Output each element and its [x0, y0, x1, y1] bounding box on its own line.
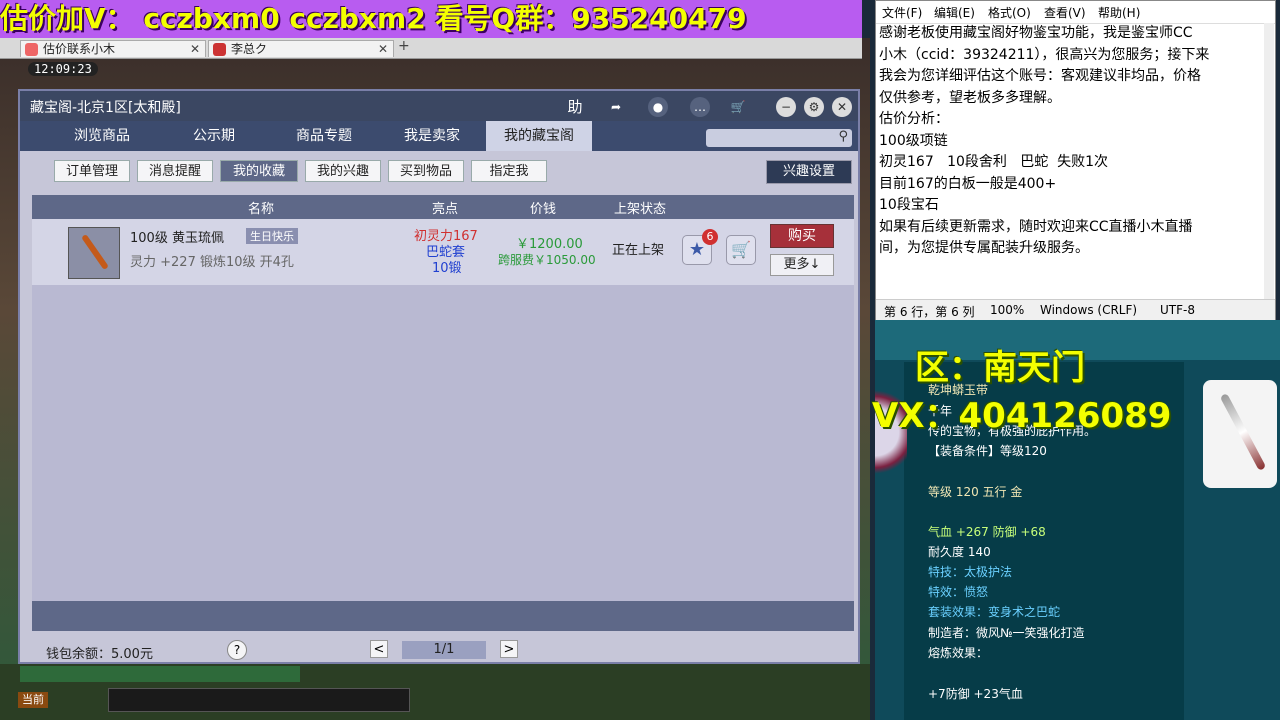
prev-page-button[interactable]: < — [370, 640, 388, 658]
close-tab-icon[interactable]: ✕ — [378, 41, 388, 58]
settings-icon[interactable]: ⚙ — [804, 97, 824, 117]
notepad-text[interactable]: 感谢老板使用藏宝阁好物鉴宝功能，我是鉴宝师CC 小木（ccid：39324211… — [878, 23, 1265, 293]
item-price: ￥1200.00 — [516, 237, 583, 252]
search-icon[interactable]: ⚲ — [838, 129, 848, 144]
tip-refine: 熔炼效果： — [928, 646, 989, 660]
chat-input[interactable] — [108, 688, 410, 712]
page-indicator: 1/1 — [402, 641, 486, 659]
close-icon[interactable]: ✕ — [832, 97, 852, 117]
browser-tab-2[interactable]: 李总ク ✕ — [208, 40, 394, 57]
minimize-icon[interactable]: − — [776, 97, 796, 117]
messages-button[interactable]: 消息提醒 — [137, 160, 213, 182]
tab-favicon-icon — [25, 43, 38, 56]
item-name: 100级 黄玉琉佩 — [130, 231, 224, 246]
tip-level: 等级 120 五行 金 — [928, 485, 1023, 499]
line-ending: Windows (CRLF) — [1040, 303, 1138, 317]
tip-durability: 耐久度 140 — [928, 545, 991, 559]
channel-button[interactable]: 当前 — [18, 692, 48, 708]
interest-settings-button[interactable]: 兴趣设置 — [766, 160, 852, 184]
help-icon[interactable]: 助 — [565, 97, 585, 117]
chat-icon[interactable]: … — [690, 97, 710, 117]
fav-count-badge: 6 — [702, 229, 718, 245]
bought-button[interactable]: 买到物品 — [388, 160, 464, 182]
table-header: 名称 亮点 价钱 上架状态 — [32, 195, 854, 219]
dialog-title-bar: 藏宝阁-北京1区[太和殿] 助 ➦ ● … 🛒 − ⚙ ✕ — [20, 91, 858, 121]
tip-skill: 特技：太极护法 — [928, 565, 1013, 579]
tab-publicity[interactable]: 公示期 — [164, 121, 264, 151]
col-price: 价钱 — [530, 202, 557, 217]
item-image[interactable] — [68, 227, 120, 279]
tip-req: 【装备条件】等级120 — [928, 444, 1047, 458]
dialog-title: 藏宝阁-北京1区[太和殿] — [30, 100, 181, 116]
add-to-cart-icon[interactable]: 🛒 — [726, 235, 756, 265]
orders-button[interactable]: 订单管理 — [54, 160, 130, 182]
zoom-level: 100% — [990, 303, 1025, 317]
dialog-nav: 浏览商品 公示期 商品专题 我是卖家 我的藏宝阁 ⚲ — [20, 121, 858, 151]
menu-file[interactable]: 文件(F) — [882, 4, 922, 21]
col-name: 名称 — [248, 202, 275, 217]
server-zone-overlay: 区：南天门 — [915, 348, 1085, 388]
estimate-banner: 估价加V： cczbxm0 cczbxm2 看号Q群：935240479 — [0, 0, 862, 38]
menu-help[interactable]: 帮助(H) — [1098, 4, 1140, 21]
tip-maker: 制造者：微风№一笑强化打造 — [928, 626, 1085, 640]
tab-my-treasure[interactable]: 我的藏宝阁 — [486, 121, 592, 151]
notepad-window: 文件(F) 编辑(E) 格式(O) 查看(V) 帮助(H) 感谢老板使用藏宝阁好… — [875, 0, 1276, 322]
blade-icon — [1219, 393, 1267, 471]
browser-tab-1[interactable]: 估价联系小木 ✕ — [20, 40, 206, 57]
item-attrs: 灵力 +227 锻炼10级 开4孔 — [130, 255, 294, 270]
browser-tab-label: 李总ク — [231, 42, 268, 56]
encoding: UTF-8 — [1160, 303, 1195, 317]
game-clock: 12:09:23 — [28, 62, 98, 76]
dialog-bottom: 钱包余额：5.00元 ? < 1/1 > — [20, 635, 858, 664]
assigned-button[interactable]: 指定我 — [471, 160, 547, 182]
treasure-dialog: 藏宝阁-北京1区[太和殿] 助 ➦ ● … 🛒 − ⚙ ✕ 浏览商品 公示期 商… — [18, 89, 860, 664]
menu-edit[interactable]: 编辑(E) — [934, 4, 975, 21]
cart-icon[interactable]: 🛒 — [728, 97, 748, 117]
wallet-balance: 钱包余额：5.00元 — [46, 647, 153, 662]
browser-tab-label: 估价联系小木 — [43, 42, 116, 56]
interests-button[interactable]: 我的兴趣 — [305, 160, 381, 182]
browser-tab-bar: 估价联系小木 ✕ 李总ク ✕ + — [0, 38, 862, 59]
share-icon[interactable]: ➦ — [606, 97, 626, 117]
item-tag: 生日快乐 — [246, 228, 298, 244]
tip-set: 套装效果：变身术之巴蛇 — [928, 605, 1061, 619]
search-input[interactable]: ⚲ — [706, 129, 852, 147]
next-page-button[interactable]: > — [500, 640, 518, 658]
notepad-scrollbar[interactable] — [1264, 23, 1274, 299]
service-fee: 跨服费￥1050.00 — [498, 253, 596, 267]
weapon-image — [1203, 380, 1277, 488]
tip-effect: 特效：愤怒 — [928, 585, 989, 599]
notepad-menu: 文件(F) 编辑(E) 格式(O) 查看(V) 帮助(H) — [876, 1, 1275, 24]
menu-format[interactable]: 格式(O) — [988, 4, 1031, 21]
footer-bar — [32, 601, 854, 631]
necklace-icon — [81, 233, 109, 271]
tip-stat: 气血 +267 防御 +68 — [928, 525, 1046, 539]
menu-view[interactable]: 查看(V) — [1044, 4, 1086, 21]
cursor-position: 第 6 行，第 6 列 — [884, 305, 975, 319]
close-tab-icon[interactable]: ✕ — [190, 41, 200, 58]
favorites-button[interactable]: 我的收藏 — [220, 160, 298, 182]
highlight-3: 10锻 — [432, 261, 462, 276]
list-empty-area — [32, 285, 854, 601]
tab-favicon-icon — [213, 43, 226, 56]
tab-seller[interactable]: 我是卖家 — [382, 121, 482, 151]
table-row[interactable]: 100级 黄玉琉佩 生日快乐 灵力 +227 锻炼10级 开4孔 初灵力167 … — [32, 219, 854, 286]
more-button[interactable]: 更多↓ — [770, 254, 834, 276]
sub-toolbar: 订单管理 消息提醒 我的收藏 我的兴趣 买到物品 指定我 兴趣设置 — [20, 151, 858, 193]
notepad-status: 第 6 行，第 6 列 100% Windows (CRLF) UTF-8 — [876, 299, 1275, 322]
tip-refine-value: +7防御 +23气血 — [928, 687, 1023, 701]
hud-toolbar[interactable] — [20, 666, 300, 682]
listing-status: 正在上架 — [612, 243, 665, 258]
col-status: 上架状态 — [614, 202, 667, 217]
col-highlight: 亮点 — [432, 202, 459, 217]
tab-topics[interactable]: 商品专题 — [274, 121, 374, 151]
buy-button[interactable]: 购买 — [770, 224, 834, 248]
tab-browse[interactable]: 浏览商品 — [50, 121, 154, 151]
wechat-overlay: VX：404126089 — [872, 396, 1172, 436]
record-icon[interactable]: ● — [648, 97, 668, 117]
new-tab-icon[interactable]: + — [398, 38, 410, 54]
help-question-icon[interactable]: ? — [227, 640, 247, 660]
banner-text: 估价加V： cczbxm0 cczbxm2 看号Q群：935240479 — [0, 2, 747, 35]
